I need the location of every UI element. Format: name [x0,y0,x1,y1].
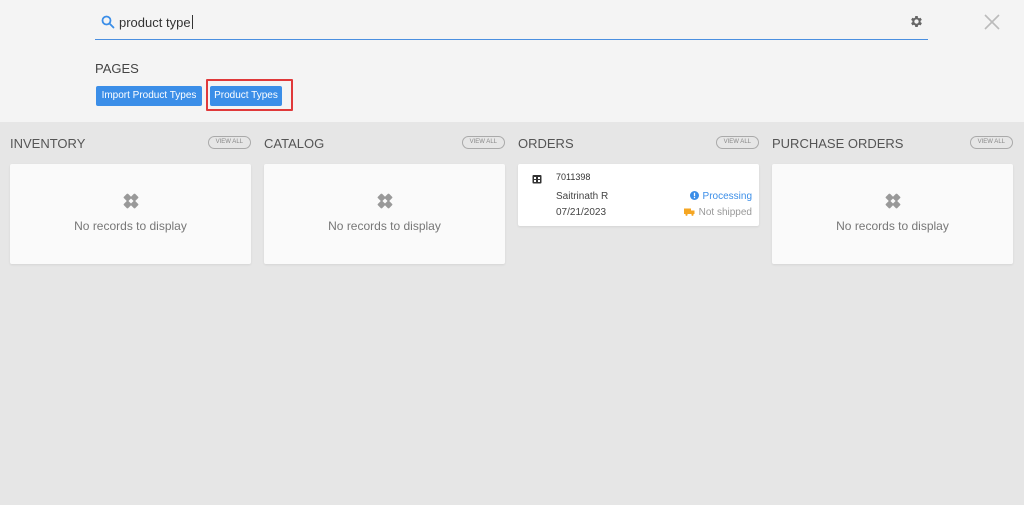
purchase-orders-view-all-button[interactable]: VIEW ALL [969,136,1013,149]
catalog-column: CATALOG VIEW ALL No records to display [264,134,505,264]
inventory-title: INVENTORY [10,136,86,151]
catalog-title: CATALOG [264,136,325,151]
search-bar[interactable]: product type [95,8,928,40]
orders-view-all-button[interactable]: VIEW ALL [715,136,759,149]
order-status-label: Processing [702,191,752,202]
no-records-icon [885,193,901,209]
purchase-orders-column: PURCHASE ORDERS VIEW ALL No records to d… [772,134,1013,264]
empty-text: No records to display [836,219,949,233]
inventory-column: INVENTORY VIEW ALL No records to display [10,134,251,264]
search-input[interactable]: product type [119,15,193,30]
order-customer: Saitrinath R [556,191,609,202]
purchase-orders-empty-card: No records to display [772,164,1013,264]
order-card[interactable]: 7011398 Saitrinath R 07/21/2023 Processi… [518,164,759,226]
no-records-icon [123,193,139,209]
search-icon [101,15,115,29]
empty-text: No records to display [328,219,441,233]
catalog-view-all-button[interactable]: VIEW ALL [461,136,505,149]
order-status: Processing [689,191,752,202]
pages-heading: PAGES [95,61,139,76]
import-product-types-button[interactable]: Import Product Types [96,86,202,106]
purchase-orders-title: PURCHASE ORDERS [772,136,904,151]
order-date: 07/21/2023 [556,207,607,218]
order-icon [532,175,542,184]
info-icon [689,191,699,200]
product-types-button[interactable]: Product Types [210,86,282,106]
inventory-view-all-button[interactable]: VIEW ALL [207,136,251,149]
inventory-empty-card: No records to display [10,164,251,264]
gear-icon[interactable] [909,14,924,29]
orders-column: ORDERS VIEW ALL 7011398 Saitrinath R 07/… [518,134,759,226]
empty-text: No records to display [74,219,187,233]
truck-icon [683,208,695,216]
catalog-empty-card: No records to display [264,164,505,264]
order-shipping: Not shipped [683,207,752,218]
no-records-icon [377,193,393,209]
order-shipping-label: Not shipped [698,207,752,218]
orders-title: ORDERS [518,136,574,151]
order-number: 7011398 [556,172,591,182]
search-panel: product type PAGES Import Product Types … [0,0,1024,122]
close-icon[interactable] [982,12,1002,32]
